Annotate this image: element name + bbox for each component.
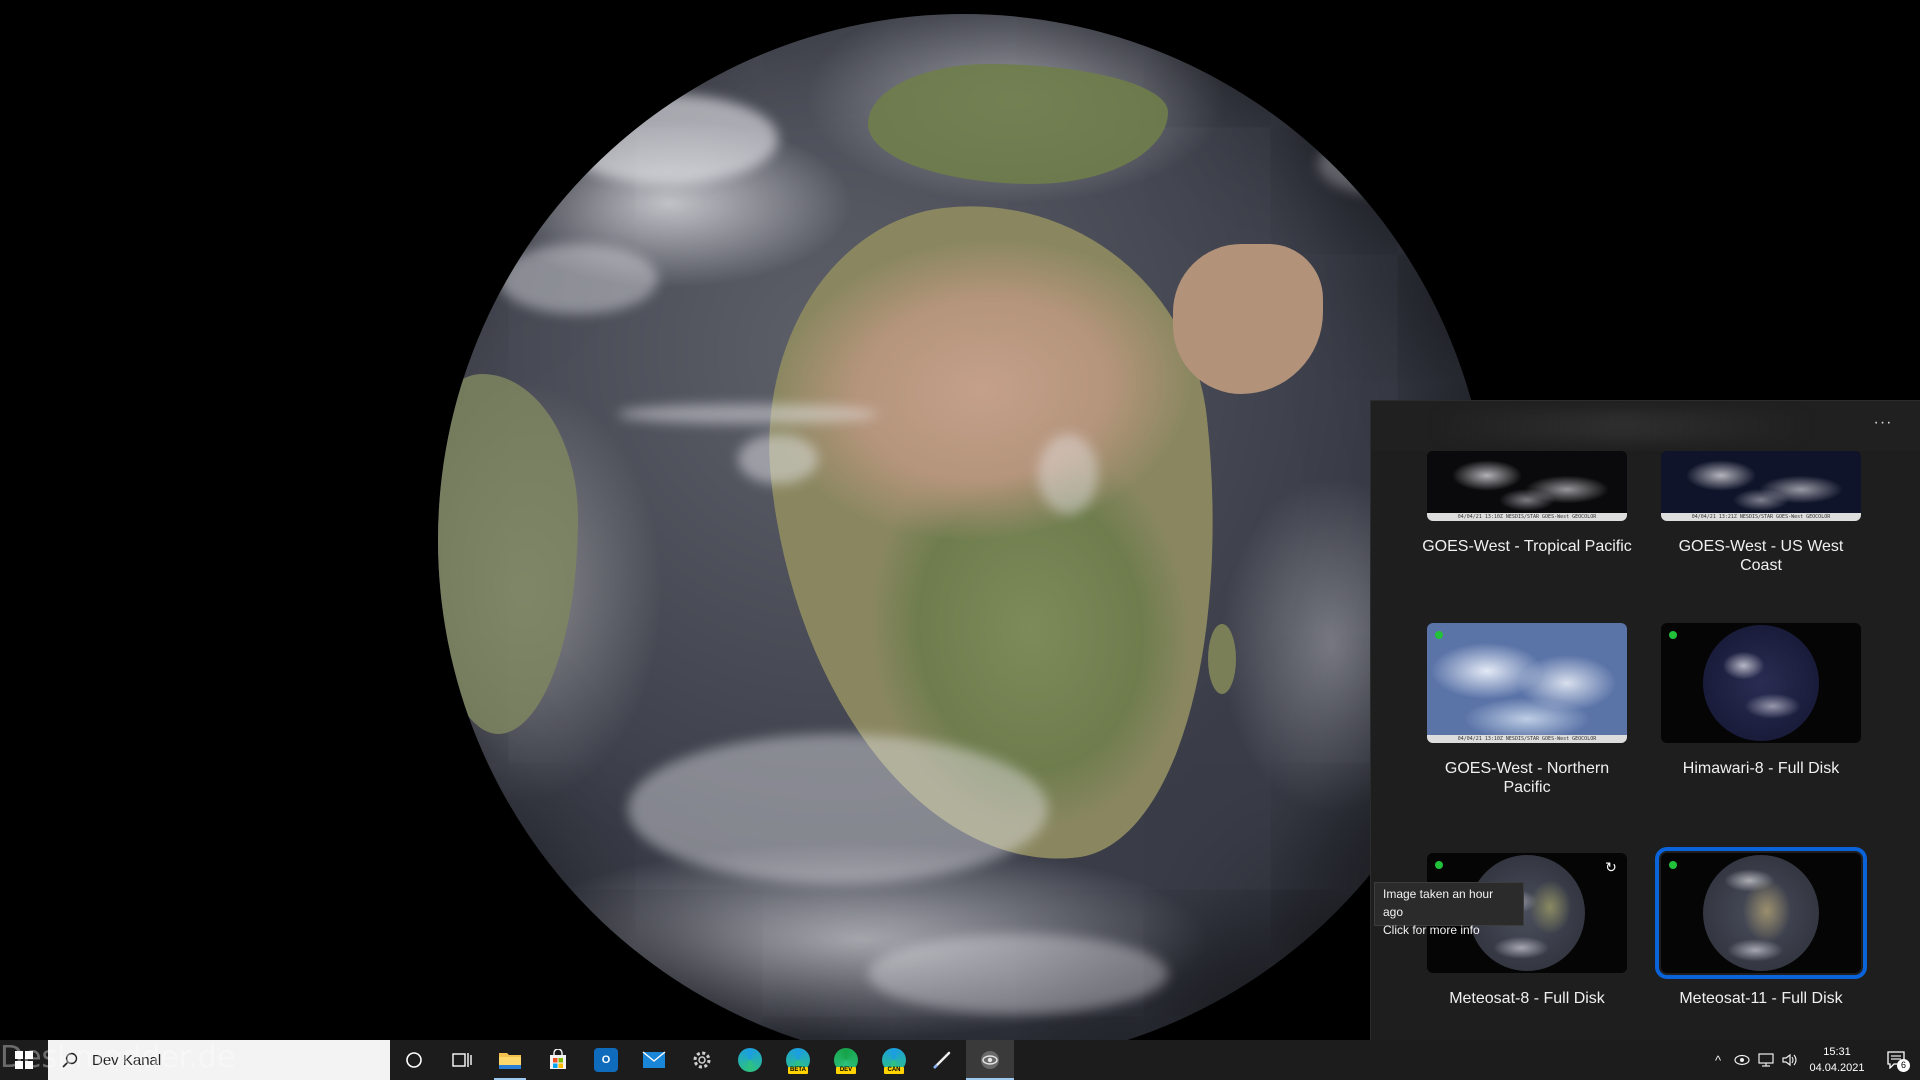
tile-label: Himawari-8 - Full Disk bbox=[1682, 760, 1840, 777]
europe-landmass bbox=[868, 64, 1168, 184]
arabia-landmass bbox=[1173, 244, 1323, 394]
settings-button[interactable] bbox=[678, 1040, 726, 1080]
task-view-button[interactable] bbox=[438, 1040, 486, 1080]
tile-goes-west-tropical-pacific[interactable]: 04/04/21 13:10Z NESDIS/STAR GOES-West GE… bbox=[1422, 411, 1632, 556]
tile-meteosat-11-full-disk[interactable]: Meteosat-11 - Full Disk bbox=[1655, 847, 1867, 1008]
tile-label: GOES-West - Northern Pacific bbox=[1444, 760, 1610, 796]
cloud-band bbox=[618, 404, 878, 424]
edge-dev-button[interactable]: DEV bbox=[822, 1040, 870, 1080]
tile-goes-west-us-west-coast[interactable]: 04/04/21 13:21Z NESDIS/STAR GOES-West GE… bbox=[1656, 411, 1866, 575]
more-options-button[interactable]: ··· bbox=[1869, 413, 1897, 437]
tile-thumbnail: 04/04/21 13:21Z NESDIS/STAR GOES-West GE… bbox=[1661, 451, 1861, 521]
cloud-band bbox=[628, 734, 1048, 884]
tooltip-line-2: Click for more info bbox=[1383, 923, 1480, 937]
cloud-patch bbox=[1318, 134, 1438, 194]
outlook-icon: O bbox=[594, 1048, 618, 1072]
satellite-flyout-panel: ··· 04/04/21 13:10Z NESDIS/STAR GOES-Wes… bbox=[1370, 400, 1920, 1041]
satellite-thumbnail-image bbox=[1661, 451, 1861, 521]
clock-time: 15:31 bbox=[1823, 1046, 1851, 1058]
windows-logo-icon bbox=[15, 1051, 33, 1069]
edge-beta-icon: BETA bbox=[786, 1048, 810, 1074]
canary-badge: CAN bbox=[884, 1067, 904, 1074]
notification-count-badge: 6 bbox=[1897, 1059, 1910, 1072]
edge-button[interactable] bbox=[726, 1040, 774, 1080]
tile-tooltip: Image taken an hour ago Click for more i… bbox=[1374, 882, 1524, 937]
taskbar-search-box[interactable]: Dev Kanal bbox=[48, 1040, 390, 1080]
pen-icon bbox=[933, 1051, 951, 1069]
live-status-dot bbox=[1669, 631, 1677, 639]
cortana-button[interactable] bbox=[390, 1040, 438, 1080]
start-button[interactable] bbox=[0, 1040, 48, 1080]
tile-label: GOES-West - US West Coast bbox=[1678, 538, 1844, 574]
edge-beta-button[interactable]: BETA bbox=[774, 1040, 822, 1080]
south-america-landmass bbox=[438, 374, 578, 734]
tile-thumbnail: 04/04/21 13:10Z NESDIS/STAR GOES-West GE… bbox=[1427, 451, 1627, 521]
gear-icon bbox=[693, 1051, 711, 1069]
cloud-band bbox=[498, 244, 658, 314]
dev-badge: DEV bbox=[836, 1067, 856, 1074]
circle-icon bbox=[406, 1052, 422, 1068]
earth-globe-image bbox=[438, 14, 1490, 1040]
tile-goes-west-northern-pacific[interactable]: 04/04/21 13:10Z NESDIS/STAR GOES-West GE… bbox=[1422, 623, 1632, 797]
taskbar: Dev Kanal O BETA DEV CAN ^ 15:31 04.04.2… bbox=[0, 1040, 1920, 1080]
thumbnail-caption: 04/04/21 13:21Z NESDIS/STAR GOES-West GE… bbox=[1661, 513, 1861, 521]
tile-himawari-8-full-disk[interactable]: Himawari-8 - Full Disk bbox=[1656, 623, 1866, 778]
volume-icon[interactable] bbox=[1778, 1040, 1802, 1080]
live-status-dot bbox=[1435, 861, 1443, 869]
cloud-patch bbox=[1038, 434, 1098, 514]
search-icon bbox=[62, 1052, 78, 1068]
store-button[interactable] bbox=[534, 1040, 582, 1080]
clock-date: 04.04.2021 bbox=[1809, 1062, 1865, 1074]
tile-label: GOES-West - Tropical Pacific bbox=[1422, 538, 1632, 555]
speaker-icon bbox=[1782, 1053, 1797, 1067]
folder-icon bbox=[499, 1053, 521, 1069]
tile-thumbnail-selected bbox=[1655, 847, 1867, 979]
thumbnail-caption: 04/04/21 13:10Z NESDIS/STAR GOES-West GE… bbox=[1427, 513, 1627, 521]
live-status-dot bbox=[1435, 631, 1443, 639]
himawari-globe-image bbox=[1703, 625, 1819, 741]
eye-icon bbox=[1734, 1054, 1750, 1066]
beta-badge: BETA bbox=[788, 1067, 808, 1074]
tile-thumbnail: 04/04/21 13:10Z NESDIS/STAR GOES-West GE… bbox=[1427, 623, 1627, 743]
eye-icon bbox=[981, 1051, 999, 1069]
madagascar-landmass bbox=[1208, 624, 1236, 694]
cloud-patch bbox=[738, 434, 818, 484]
search-text: Dev Kanal bbox=[92, 1051, 162, 1069]
tile-label: Meteosat-11 - Full Disk bbox=[1679, 990, 1843, 1007]
task-view-icon bbox=[452, 1053, 472, 1067]
tray-eye-icon[interactable] bbox=[1730, 1040, 1754, 1080]
satellite-thumbnail-image bbox=[1427, 451, 1627, 521]
meteosat-11-globe-image bbox=[1703, 855, 1819, 971]
satellite-app-button[interactable] bbox=[966, 1040, 1014, 1080]
edge-canary-button[interactable]: CAN bbox=[870, 1040, 918, 1080]
satellite-thumbnail-image bbox=[1427, 623, 1627, 743]
tile-label: Meteosat-8 - Full Disk bbox=[1449, 990, 1605, 1007]
network-icon[interactable] bbox=[1754, 1040, 1778, 1080]
refresh-icon[interactable]: ↻ bbox=[1603, 859, 1619, 875]
clock[interactable]: 15:31 04.04.2021 bbox=[1802, 1040, 1872, 1080]
file-explorer-button[interactable] bbox=[486, 1040, 534, 1080]
mail-button[interactable] bbox=[630, 1040, 678, 1080]
edge-icon bbox=[738, 1048, 762, 1072]
cloud-band bbox=[868, 934, 1168, 1014]
mail-icon bbox=[642, 1051, 666, 1068]
tooltip-line-1: Image taken an hour ago bbox=[1383, 887, 1494, 919]
thumbnail-caption: 04/04/21 13:10Z NESDIS/STAR GOES-West GE… bbox=[1427, 735, 1627, 743]
edge-canary-icon: CAN bbox=[882, 1048, 906, 1074]
cloud-swirl bbox=[558, 94, 778, 184]
outlook-button[interactable]: O bbox=[582, 1040, 630, 1080]
tray-chevron-up-icon[interactable]: ^ bbox=[1706, 1040, 1730, 1080]
action-center-button[interactable]: 6 bbox=[1872, 1040, 1920, 1080]
live-status-dot bbox=[1669, 861, 1677, 869]
pen-app-button[interactable] bbox=[918, 1040, 966, 1080]
store-icon bbox=[550, 1049, 566, 1069]
tile-thumbnail bbox=[1661, 623, 1861, 743]
system-tray: ^ 15:31 04.04.2021 6 bbox=[1706, 1040, 1920, 1080]
network-monitor-icon bbox=[1758, 1053, 1774, 1067]
edge-dev-icon: DEV bbox=[834, 1048, 858, 1074]
